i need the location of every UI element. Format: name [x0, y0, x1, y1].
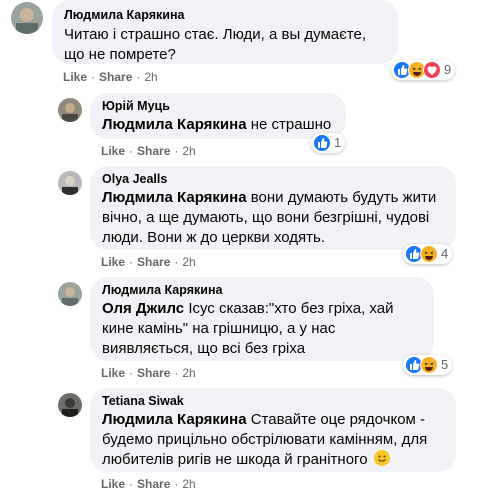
- reaction-summary[interactable]: 5: [403, 355, 453, 375]
- like-button[interactable]: Like: [101, 144, 125, 158]
- reaction-count: 1: [334, 135, 342, 150]
- avatar[interactable]: [58, 393, 82, 417]
- haha-icon: [420, 245, 438, 263]
- comment-bubble: Юрій Муць Людмила Карякина не страшно: [90, 93, 346, 139]
- comment-actions: Like · Share · 2h: [101, 144, 196, 158]
- share-button[interactable]: Share: [137, 366, 170, 380]
- reaction-count: 9: [444, 62, 452, 77]
- mention-link[interactable]: Людмила Карякина: [102, 116, 247, 133]
- reaction-summary[interactable]: 9: [391, 60, 456, 80]
- timestamp[interactable]: 2h: [182, 255, 195, 269]
- mention-link[interactable]: Людмила Карякина: [102, 189, 247, 206]
- avatar[interactable]: [58, 171, 82, 195]
- share-button[interactable]: Share: [137, 255, 170, 269]
- comment-author[interactable]: Людмила Карякина: [102, 283, 422, 297]
- timestamp[interactable]: 2h: [182, 477, 195, 491]
- avatar[interactable]: [58, 282, 82, 306]
- comment-text: Людмила Карякина вони думають будуть жит…: [102, 188, 444, 248]
- mention-link[interactable]: Людмила Карякина: [102, 411, 247, 428]
- comment-actions: Like · Share · 2h: [101, 366, 196, 380]
- timestamp[interactable]: 2h: [182, 366, 195, 380]
- avatar[interactable]: [58, 98, 82, 122]
- reaction-count: 5: [441, 357, 449, 372]
- slightly-smiling-face-emoji: [373, 450, 390, 466]
- comment-author[interactable]: Юрій Муць: [102, 99, 334, 113]
- comment-bubble: Людмила Карякина Читаю і страшно стає. Л…: [52, 0, 398, 64]
- reaction-summary[interactable]: 1: [311, 133, 346, 153]
- comment-bubble: Olya Jealls Людмила Карякина вони думают…: [90, 166, 456, 250]
- comment-text: Людмила Карякина не страшно: [102, 115, 334, 135]
- comment-actions: Like · Share · 2h: [101, 255, 196, 269]
- like-button[interactable]: Like: [63, 70, 87, 84]
- comment-bubble: Людмила Карякина Оля Джилс Ісус сказав:"…: [90, 277, 434, 361]
- comment-author[interactable]: Tetiana Siwak: [102, 394, 444, 408]
- comment-author[interactable]: Людмила Карякина: [64, 8, 386, 22]
- share-button[interactable]: Share: [99, 70, 132, 84]
- like-button[interactable]: Like: [101, 366, 125, 380]
- reply-text: не страшно: [250, 116, 332, 133]
- mention-link[interactable]: Оля Джилс: [102, 300, 184, 317]
- comment-actions: Like · Share · 2h: [63, 70, 158, 84]
- comment-author[interactable]: Olya Jealls: [102, 172, 444, 186]
- comment-bubble: Tetiana Siwak Людмила Карякина Ставайте …: [90, 388, 456, 472]
- like-button[interactable]: Like: [101, 477, 125, 491]
- avatar[interactable]: [11, 2, 43, 34]
- love-icon: [423, 61, 441, 79]
- haha-icon: [420, 356, 438, 374]
- comment-actions: Like · Share · 2h: [101, 477, 196, 491]
- reaction-summary[interactable]: 4: [403, 244, 453, 264]
- comment-text: Читаю і страшно стає. Люди, а вы думаєте…: [64, 26, 367, 63]
- like-button[interactable]: Like: [101, 255, 125, 269]
- share-button[interactable]: Share: [137, 477, 170, 491]
- timestamp[interactable]: 2h: [182, 144, 195, 158]
- comment-text: Оля Джилс Ісус сказав:"хто без гріха, ха…: [102, 299, 424, 359]
- share-button[interactable]: Share: [137, 144, 170, 158]
- like-icon: [313, 134, 331, 152]
- reaction-count: 4: [441, 246, 449, 261]
- comment-text: Людмила Карякина Ставайте оце рядочком -…: [102, 410, 444, 470]
- timestamp[interactable]: 2h: [144, 70, 157, 84]
